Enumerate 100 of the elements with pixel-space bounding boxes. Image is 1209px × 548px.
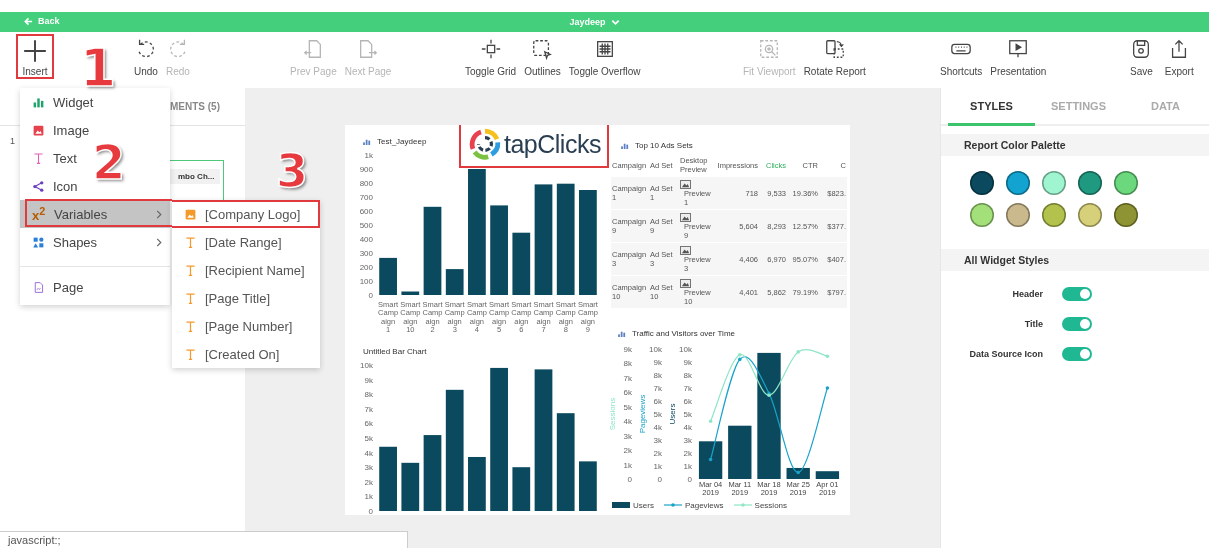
menu-item[interactable]: [Page Title] bbox=[172, 284, 320, 312]
axis-tick-label: 6k bbox=[683, 397, 692, 406]
color-swatch[interactable] bbox=[1006, 203, 1030, 227]
axis-tick-label: 1k bbox=[653, 462, 662, 471]
axis-tick-label: 8k bbox=[364, 390, 373, 400]
bar bbox=[512, 467, 531, 511]
text-icon bbox=[184, 319, 197, 333]
color-swatch[interactable] bbox=[1006, 171, 1030, 195]
menu-item[interactable]: Text bbox=[20, 144, 77, 172]
menu-item[interactable]: Page bbox=[20, 266, 170, 301]
legend-line-icon bbox=[663, 502, 682, 508]
menu-item[interactable]: Widget bbox=[20, 88, 94, 116]
menu-item[interactable]: Image bbox=[20, 116, 90, 144]
bar bbox=[468, 457, 486, 511]
axis-tick-label: 600 bbox=[359, 207, 373, 216]
text-icon bbox=[184, 347, 197, 361]
bar bbox=[445, 269, 464, 295]
menu-item[interactable]: Icon bbox=[20, 172, 78, 200]
bar bbox=[379, 446, 397, 511]
toggle-switch[interactable] bbox=[1062, 347, 1092, 361]
rotate-icon bbox=[823, 38, 846, 60]
toolbar-button[interactable]: Rotate Report bbox=[801, 36, 868, 79]
axis-tick-label: 500 bbox=[359, 221, 373, 230]
toolbar-button[interactable]: Undo bbox=[132, 36, 160, 79]
presentation-icon bbox=[1007, 38, 1030, 60]
axis-tick-label: 9k bbox=[364, 375, 373, 385]
menu-item[interactable]: [Date Range] bbox=[172, 228, 320, 256]
section-title: All Widget Styles bbox=[964, 254, 1050, 266]
chart-icon bbox=[363, 137, 372, 145]
zoom-icon bbox=[758, 38, 781, 60]
axis-tick-label: 1k bbox=[364, 492, 373, 502]
callout-number: 3 bbox=[276, 148, 308, 194]
axis-tick-label: 7k bbox=[683, 384, 692, 393]
back-arrow-icon bbox=[24, 16, 33, 26]
color-swatch[interactable] bbox=[970, 203, 994, 227]
text-icon bbox=[184, 235, 197, 249]
color-swatch[interactable] bbox=[1078, 203, 1102, 227]
color-swatch[interactable] bbox=[1114, 203, 1138, 227]
axis-tick-label: 7k bbox=[623, 373, 632, 383]
toolbar-button[interactable]: Save bbox=[1128, 36, 1155, 79]
axis-tick-label: 3k bbox=[653, 436, 662, 445]
axis-tick-label: 9k bbox=[683, 358, 692, 367]
data-point bbox=[708, 419, 713, 423]
axis-tick-label: 900 bbox=[359, 165, 373, 174]
toolbar-button[interactable]: Presentation bbox=[988, 36, 1049, 79]
color-swatch[interactable] bbox=[1078, 171, 1102, 195]
toolbar-button[interactable]: Export bbox=[1162, 36, 1196, 79]
page-icon bbox=[32, 280, 45, 294]
company-logo[interactable]: tapClicks bbox=[459, 125, 609, 168]
axis-tick-label: 700 bbox=[359, 193, 373, 202]
legend-line-icon bbox=[733, 502, 752, 508]
shapes-icon bbox=[32, 235, 45, 249]
logo-ring-icon bbox=[469, 128, 501, 160]
axis-tick-label: 2k bbox=[683, 449, 692, 458]
color-swatch[interactable] bbox=[1042, 171, 1066, 195]
plus-icon bbox=[22, 38, 48, 64]
axis-tick-label: 4k bbox=[683, 423, 692, 432]
toggle-switch[interactable] bbox=[1062, 287, 1092, 301]
axis-tick-label: 6k bbox=[364, 419, 373, 429]
color-swatch[interactable] bbox=[970, 171, 994, 195]
logo-text: tapClicks bbox=[504, 129, 601, 159]
menu-item[interactable]: [Created On] bbox=[172, 340, 320, 368]
page-number: 1 bbox=[10, 136, 16, 146]
data-point bbox=[796, 470, 800, 475]
toolbar-button[interactable]: Outlines bbox=[522, 36, 563, 79]
data-point bbox=[796, 350, 800, 354]
chart-title: Untitled Bar Chart bbox=[363, 346, 427, 356]
axis-tick-label: 0 bbox=[368, 507, 373, 515]
axis-tick-label: 1k bbox=[364, 151, 373, 160]
toolbar-button[interactable]: Insert bbox=[18, 36, 52, 77]
page-forward-icon bbox=[357, 38, 380, 60]
toggle-switch[interactable] bbox=[1062, 317, 1092, 331]
axis-tick-label: 7k bbox=[364, 404, 373, 414]
toolbar-button[interactable]: Toggle Grid bbox=[463, 36, 519, 79]
color-swatch[interactable] bbox=[1114, 171, 1138, 195]
share-icon bbox=[32, 179, 45, 193]
axis-title: Sessions bbox=[608, 397, 617, 431]
chart-icon bbox=[621, 141, 630, 149]
color-swatch[interactable] bbox=[1042, 203, 1066, 227]
menu-item[interactable]: [Company Logo] bbox=[172, 200, 320, 228]
toggle-label: Data Source Icon bbox=[968, 349, 1043, 359]
axis-tick-label: 100 bbox=[359, 277, 373, 286]
bar bbox=[512, 232, 531, 295]
toggle-label: Title bbox=[1023, 319, 1043, 329]
axis-title: Pageviews bbox=[638, 394, 647, 434]
panel-tab[interactable]: STYLES bbox=[948, 88, 1035, 126]
axis-tick-label: 5k bbox=[364, 434, 373, 443]
menu-item[interactable]: [Recipient Name] bbox=[172, 256, 320, 284]
bar-chart-icon bbox=[32, 95, 45, 109]
bar bbox=[579, 461, 597, 511]
axis-tick-label: 9k bbox=[623, 345, 632, 354]
chart-icon bbox=[618, 329, 627, 337]
axis-tick-label: 800 bbox=[359, 179, 373, 188]
axis-tick-label: 8k bbox=[683, 371, 692, 380]
panel-tab[interactable]: MENTS (5) bbox=[170, 101, 220, 112]
menu-item[interactable]: Shapes bbox=[20, 228, 170, 256]
toolbar-button[interactable]: Toggle Overflow bbox=[566, 36, 643, 79]
axis-tick-label: 0 bbox=[627, 475, 632, 483]
toolbar-button[interactable]: Shortcuts bbox=[938, 36, 985, 79]
menu-item[interactable]: [Page Number] bbox=[172, 312, 320, 340]
